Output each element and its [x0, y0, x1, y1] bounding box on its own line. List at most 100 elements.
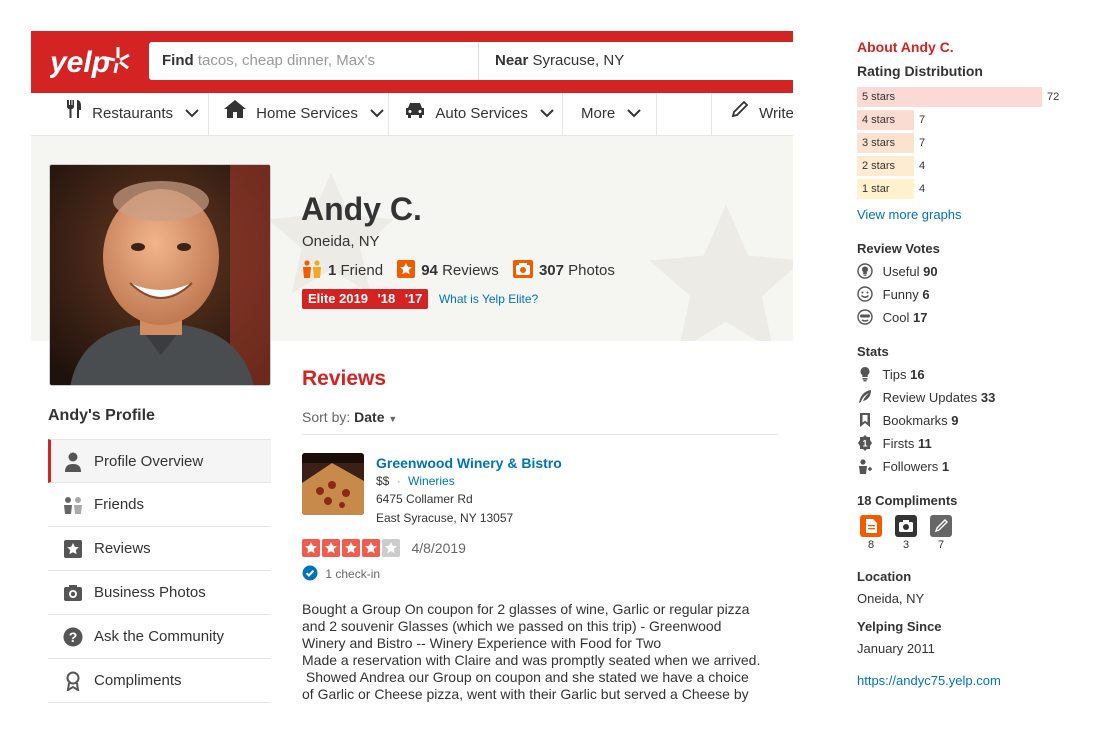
profile-name: Andy C.: [301, 191, 422, 227]
review-text-line: and 2 souvenir Glasses (which we passed …: [302, 618, 722, 634]
stat-value: 16: [910, 367, 925, 382]
car-icon: [404, 93, 426, 135]
yelping-since-value: January 2011: [857, 641, 935, 656]
avatar[interactable]: [49, 164, 271, 386]
sidebar-item-profile-overview[interactable]: Profile Overview: [48, 439, 271, 483]
search-bar: Find tacos, cheap dinner, Max's Near Syr…: [149, 42, 793, 80]
sunglasses-icon: [857, 309, 873, 325]
sidebar-item-friends[interactable]: Friends: [48, 483, 271, 527]
sidebar-item-label: Friends: [94, 496, 145, 513]
nav-label: Home Services: [256, 105, 358, 122]
svg-text:1: 1: [862, 439, 867, 449]
sidebar-item-business-photos[interactable]: Business Photos: [48, 571, 271, 615]
sort-value: Date: [354, 409, 385, 425]
photos-label: Photos: [568, 262, 615, 279]
near-label: Near: [495, 52, 529, 69]
compliment-pencil-icon[interactable]: [930, 515, 952, 537]
nav-more[interactable]: More: [563, 93, 657, 135]
chevron-down-icon: [627, 93, 642, 135]
elite-year: Elite 2019: [308, 291, 368, 306]
profile-nav: Profile Overview Friends Reviews Busines…: [48, 439, 271, 703]
pencil-icon: [731, 93, 749, 135]
sidebar-item-label: Compliments: [94, 672, 182, 689]
stats-heading: Stats: [857, 344, 889, 359]
vote-label: Cool: [882, 310, 910, 325]
sidebar-item-compliments[interactable]: Compliments: [48, 659, 271, 703]
about-heading: About Andy C.: [857, 39, 954, 55]
rating-distribution-count: 7: [919, 114, 926, 126]
nav-auto-services[interactable]: Auto Services: [389, 93, 563, 135]
find-input[interactable]: Find tacos, cheap dinner, Max's: [149, 42, 479, 80]
rating-distribution-count: 7: [919, 137, 926, 149]
camera-icon: [64, 585, 82, 601]
sidebar-item-label: Profile Overview: [94, 453, 204, 470]
elite-year: '17: [404, 291, 423, 306]
friends-stat[interactable]: 1 Friend: [302, 260, 383, 279]
rating-distribution-bar: 3 stars: [857, 133, 914, 153]
chevron-down-icon: [540, 93, 554, 135]
sidebar-item-reviews[interactable]: Reviews: [48, 527, 271, 571]
vote-label: Useful: [882, 264, 920, 279]
vote-value: 6: [922, 287, 930, 302]
reviews-stat[interactable]: 94 Reviews: [397, 260, 499, 279]
stat-label: Bookmarks: [882, 413, 948, 428]
near-input[interactable]: Near Syracuse, NY: [480, 42, 793, 80]
nav-label: More: [581, 105, 616, 122]
follower-icon: [859, 459, 872, 474]
review-text: Bought a Group On coupon for 2 glasses o…: [302, 601, 782, 703]
rating-distribution-count: 4: [919, 183, 926, 195]
profile-location: Oneida, NY: [302, 233, 380, 250]
compliment-camera-icon[interactable]: [895, 515, 917, 537]
lightbulb-icon: [857, 263, 873, 279]
sidebar-item-label: Ask the Community: [94, 628, 225, 645]
business-thumbnail[interactable]: [302, 453, 364, 515]
nav-home-services[interactable]: Home Services: [209, 93, 389, 135]
meta-separator: ·: [396, 474, 401, 488]
elite-badge[interactable]: Elite 2019 '18 '17: [302, 289, 429, 309]
nav-label: Write: [759, 105, 793, 122]
nav-label: Restaurants: [92, 105, 174, 122]
decorative-star-icon: [649, 204, 793, 341]
compliment-count: 3: [902, 539, 910, 551]
sort-dropdown[interactable]: Sort by: Date ▼: [302, 409, 397, 425]
svg-text:yelp: yelp: [50, 46, 110, 79]
checkin-badge-icon: [302, 565, 318, 581]
category-link[interactable]: Wineries: [408, 474, 455, 488]
star-icon: [342, 539, 360, 557]
compliment-document-icon[interactable]: [860, 515, 882, 537]
friends-icon: [64, 497, 82, 514]
stat-value: 9: [951, 413, 959, 428]
location-value: Oneida, NY: [857, 591, 925, 606]
stat-value: 33: [980, 390, 996, 405]
business-name-link[interactable]: Greenwood Winery & Bistro: [376, 455, 562, 471]
view-more-graphs-link[interactable]: View more graphs: [857, 207, 962, 222]
profile-url-link[interactable]: https://andyc75.yelp.com: [857, 673, 1001, 688]
elite-info-link[interactable]: What is Yelp Elite?: [439, 292, 538, 306]
find-placeholder: tacos, cheap dinner, Max's: [197, 52, 375, 69]
smile-icon: [857, 286, 873, 302]
sidebar-item-ask-the-community[interactable]: ? Ask the Community: [48, 615, 271, 659]
checkin-label: 1 check-in: [325, 567, 381, 581]
ribbon-icon: [66, 671, 80, 691]
lightbulb-icon: [860, 367, 870, 382]
nav-restaurants[interactable]: Restaurants: [31, 93, 209, 135]
sidebar-item-label: Business Photos: [94, 584, 206, 601]
sidebar-item-label: Reviews: [94, 540, 151, 557]
nav-spacer: [657, 93, 712, 135]
review-text-line: Made a reservation with Claire and was p…: [302, 652, 761, 668]
photos-stat[interactable]: 307 Photos: [512, 260, 615, 279]
star-rating: 4/8/2019: [302, 539, 466, 559]
stat-label: Tips: [882, 367, 907, 382]
svg-text:?: ?: [69, 629, 78, 645]
profile-stats: 1 Friend 94 Reviews 307 Photos: [302, 260, 625, 279]
location-heading: Location: [857, 569, 912, 584]
stat-label: Review Updates: [882, 390, 978, 405]
caret-down-icon: ▼: [388, 414, 398, 424]
nav-label: Auto Services: [435, 105, 528, 122]
stat-label: Followers: [882, 459, 939, 474]
category-nav: Restaurants Home Services Auto Services: [31, 93, 793, 136]
yelp-logo[interactable]: yelp: [48, 40, 132, 82]
house-icon: [224, 93, 246, 135]
stat-tips: Tips 16: [857, 366, 925, 382]
nav-write[interactable]: Write: [731, 93, 793, 135]
